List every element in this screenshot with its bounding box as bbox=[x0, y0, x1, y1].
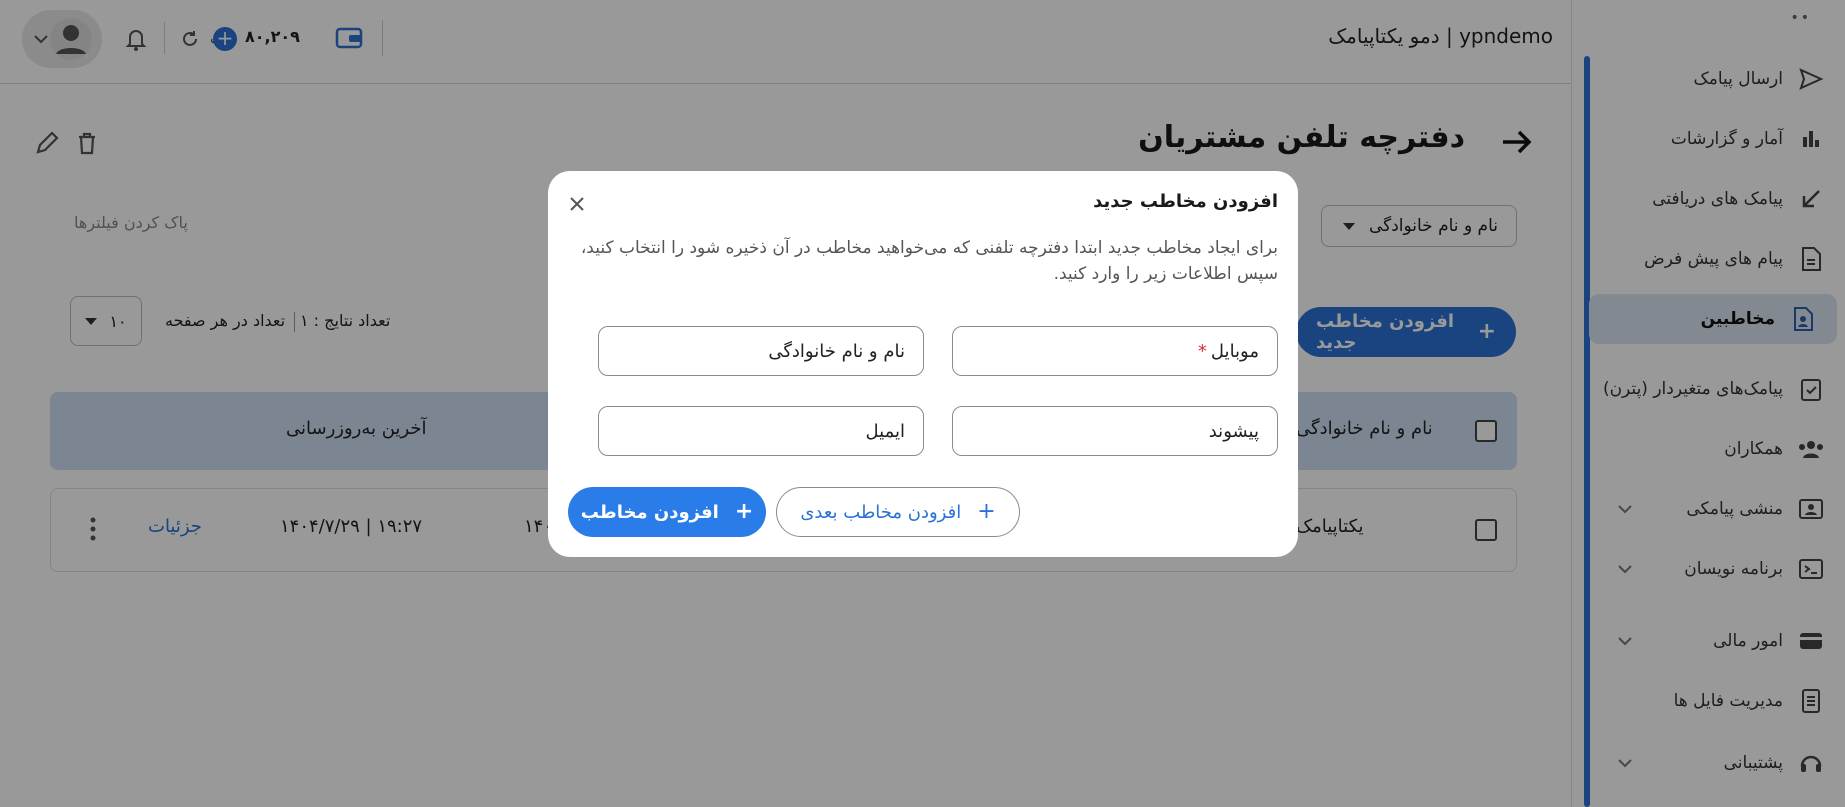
prefix-field[interactable]: پیشوند bbox=[952, 406, 1278, 456]
add-next-contact-button[interactable]: + افزودن مخاطب بعدی bbox=[776, 487, 1020, 537]
dialog-title: افزودن مخاطب جدید bbox=[1093, 191, 1278, 212]
dialog-description: برای ایجاد مخاطب جدید ابتدا دفترچه تلفنی… bbox=[580, 238, 1278, 284]
mobile-label: موبایل bbox=[1210, 340, 1259, 362]
add-next-label: افزودن مخاطب بعدی bbox=[800, 501, 962, 523]
fullname-label: نام و نام خانوادگی bbox=[768, 340, 905, 362]
add-contact-dialog: افزودن مخاطب جدید برای ایجاد مخاطب جدید … bbox=[548, 171, 1298, 557]
fullname-field[interactable]: نام و نام خانوادگی bbox=[598, 326, 924, 376]
prefix-label: پیشوند bbox=[1208, 420, 1259, 442]
add-contact-submit-label: افزودن مخاطب bbox=[580, 501, 719, 523]
plus-icon: + bbox=[734, 499, 754, 524]
close-icon[interactable] bbox=[568, 195, 586, 213]
required-marker: * bbox=[1197, 340, 1207, 362]
email-label: ایمیل bbox=[865, 420, 905, 442]
email-field[interactable]: ایمیل bbox=[598, 406, 924, 456]
mobile-field[interactable]: موبایل * bbox=[952, 326, 1278, 376]
add-contact-submit-button[interactable]: + افزودن مخاطب bbox=[568, 487, 766, 537]
plus-icon: + bbox=[977, 499, 996, 524]
